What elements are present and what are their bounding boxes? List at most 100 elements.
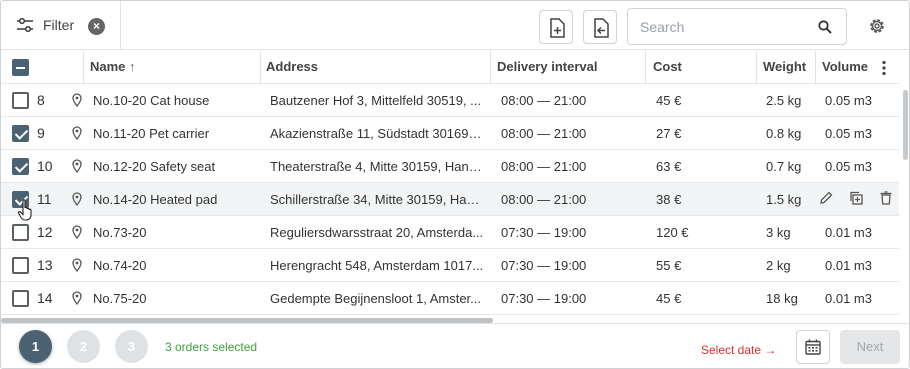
footer: 1 2 3 3 orders selected Select date → Ne… xyxy=(1,323,909,368)
select-all-checkbox[interactable] xyxy=(12,59,29,76)
row-number: 8 xyxy=(37,92,45,108)
column-header-address[interactable]: Address xyxy=(266,51,318,84)
table-row[interactable]: 11 No.14-20 Heated pad Schillerstraße 34, … xyxy=(1,183,899,216)
row-number: 13 xyxy=(37,257,53,273)
order-weight: 0.7 kg xyxy=(766,159,802,174)
order-weight: 3 kg xyxy=(766,225,791,240)
table-row[interactable]: 12 No.73-20 Reguliersdwarsstraat 20, Amste… xyxy=(1,216,899,249)
order-name: No.73-20 xyxy=(93,225,147,240)
filter-label[interactable]: Filter xyxy=(43,17,74,33)
location-pin-icon[interactable] xyxy=(72,258,82,275)
row-checkbox[interactable] xyxy=(12,257,29,274)
search-icon[interactable] xyxy=(818,20,832,37)
search-input[interactable] xyxy=(640,18,810,36)
order-cost: 38 € xyxy=(656,192,682,207)
order-volume: 0.05 m3 xyxy=(825,93,872,108)
filter-area[interactable]: Filter × xyxy=(1,1,121,50)
table-row[interactable]: 14 No.75-20 Gedempte Begijnensloot 1, Amst… xyxy=(1,282,899,315)
calendar-icon xyxy=(805,339,821,355)
column-header-delivery-interval[interactable]: Delivery interval xyxy=(497,51,597,84)
select-date-hint: Select date → xyxy=(701,343,777,357)
column-menu-icon[interactable] xyxy=(881,60,887,79)
table-header: Name ↑ Address Delivery interval Cost We… xyxy=(1,51,899,84)
column-divider xyxy=(83,51,84,84)
import-document-icon xyxy=(594,18,609,38)
delivery-interval: 08:00 — 21:00 xyxy=(501,126,587,141)
order-volume: 0.05 m3 xyxy=(825,159,872,174)
order-volume: 0.01 m3 xyxy=(825,225,872,240)
import-document-button[interactable] xyxy=(583,10,617,44)
row-number: 10 xyxy=(37,158,53,174)
copy-icon[interactable] xyxy=(849,191,863,208)
gear-icon[interactable] xyxy=(867,16,887,39)
edit-icon[interactable] xyxy=(819,191,833,208)
order-address: Schillerstraße 34, Mitte 30159, Han... xyxy=(270,192,484,207)
row-number: 9 xyxy=(37,125,45,141)
orders-selected-count: 3 orders selected xyxy=(165,340,258,354)
next-button[interactable]: Next xyxy=(840,330,900,364)
order-cost: 45 € xyxy=(656,291,682,306)
order-name: No.12-20 Safety seat xyxy=(93,159,216,174)
order-cost: 45 € xyxy=(656,93,682,108)
delivery-interval: 07:30 — 19:00 xyxy=(501,225,587,240)
step-3[interactable]: 3 xyxy=(115,330,148,363)
location-pin-icon[interactable] xyxy=(72,93,82,110)
order-address: Reguliersdwarsstraat 20, Amsterda... xyxy=(270,225,484,240)
column-header-cost[interactable]: Cost xyxy=(653,51,682,84)
row-checkbox[interactable] xyxy=(12,125,29,142)
delivery-interval: 08:00 — 21:00 xyxy=(501,192,587,207)
order-name: No.75-20 xyxy=(93,291,147,306)
toolbar: Filter × xyxy=(1,1,909,50)
order-cost: 27 € xyxy=(656,126,682,141)
order-name: No.14-20 Heated pad xyxy=(93,192,218,207)
row-checkbox[interactable] xyxy=(12,224,29,241)
row-checkbox[interactable] xyxy=(12,158,29,175)
add-document-icon xyxy=(550,18,565,38)
order-volume: 0.05 m3 xyxy=(825,126,872,141)
step-2[interactable]: 2 xyxy=(67,330,100,363)
row-checkbox[interactable] xyxy=(12,92,29,109)
calendar-button[interactable] xyxy=(796,330,830,364)
delivery-interval: 07:30 — 19:00 xyxy=(501,258,587,273)
order-name: No.11-20 Pet carrier xyxy=(93,126,210,141)
order-cost: 63 € xyxy=(656,159,682,174)
column-header-label: Name xyxy=(90,59,126,74)
order-address: Herengracht 548, Amsterdam 1017... xyxy=(270,258,484,273)
location-pin-icon[interactable] xyxy=(72,126,82,143)
table-row[interactable]: 9 No.11-20 Pet carrier Akazienstraße 11, S… xyxy=(1,117,899,150)
order-cost: 120 € xyxy=(656,225,689,240)
row-checkbox[interactable] xyxy=(12,290,29,307)
order-address: Gedempte Begijnensloot 1, Amster... xyxy=(270,291,482,306)
order-weight: 18 kg xyxy=(766,291,798,306)
add-document-button[interactable] xyxy=(539,10,573,44)
delivery-interval: 07:30 — 19:00 xyxy=(501,291,587,306)
location-pin-icon[interactable] xyxy=(72,192,82,209)
row-number: 14 xyxy=(37,290,53,306)
location-pin-icon[interactable] xyxy=(72,291,82,308)
filter-sliders-icon[interactable] xyxy=(16,17,34,33)
column-divider xyxy=(490,51,491,84)
step-1[interactable]: 1 xyxy=(19,330,52,363)
order-name: No.74-20 xyxy=(93,258,147,273)
order-weight: 2 kg xyxy=(766,258,791,273)
table-row[interactable]: 8 No.10-20 Cat house Bautzener Hof 3, Mitt… xyxy=(1,84,899,117)
column-divider xyxy=(756,51,757,84)
trash-icon[interactable] xyxy=(880,191,892,208)
location-pin-icon[interactable] xyxy=(72,225,82,242)
order-weight: 2.5 kg xyxy=(766,93,802,108)
row-actions xyxy=(816,191,896,209)
table-row[interactable]: 10 No.12-20 Safety seat Theaterstraße 4, M… xyxy=(1,150,899,183)
column-header-weight[interactable]: Weight xyxy=(763,51,806,84)
vertical-scrollbar[interactable] xyxy=(903,90,908,160)
delivery-interval: 08:00 — 21:00 xyxy=(501,93,587,108)
column-header-volume[interactable]: Volume xyxy=(822,51,868,84)
close-circle-icon[interactable]: × xyxy=(88,18,105,35)
search-box[interactable] xyxy=(627,8,847,45)
column-header-name[interactable]: Name ↑ xyxy=(90,51,136,84)
table-row[interactable]: 13 No.74-20 Herengracht 548, Amsterdam 101… xyxy=(1,249,899,282)
order-address: Theaterstraße 4, Mitte 30159, Hann... xyxy=(270,159,484,174)
column-divider xyxy=(645,51,646,84)
order-volume: 0.01 m3 xyxy=(825,258,872,273)
location-pin-icon[interactable] xyxy=(72,159,82,176)
order-cost: 55 € xyxy=(656,258,682,273)
